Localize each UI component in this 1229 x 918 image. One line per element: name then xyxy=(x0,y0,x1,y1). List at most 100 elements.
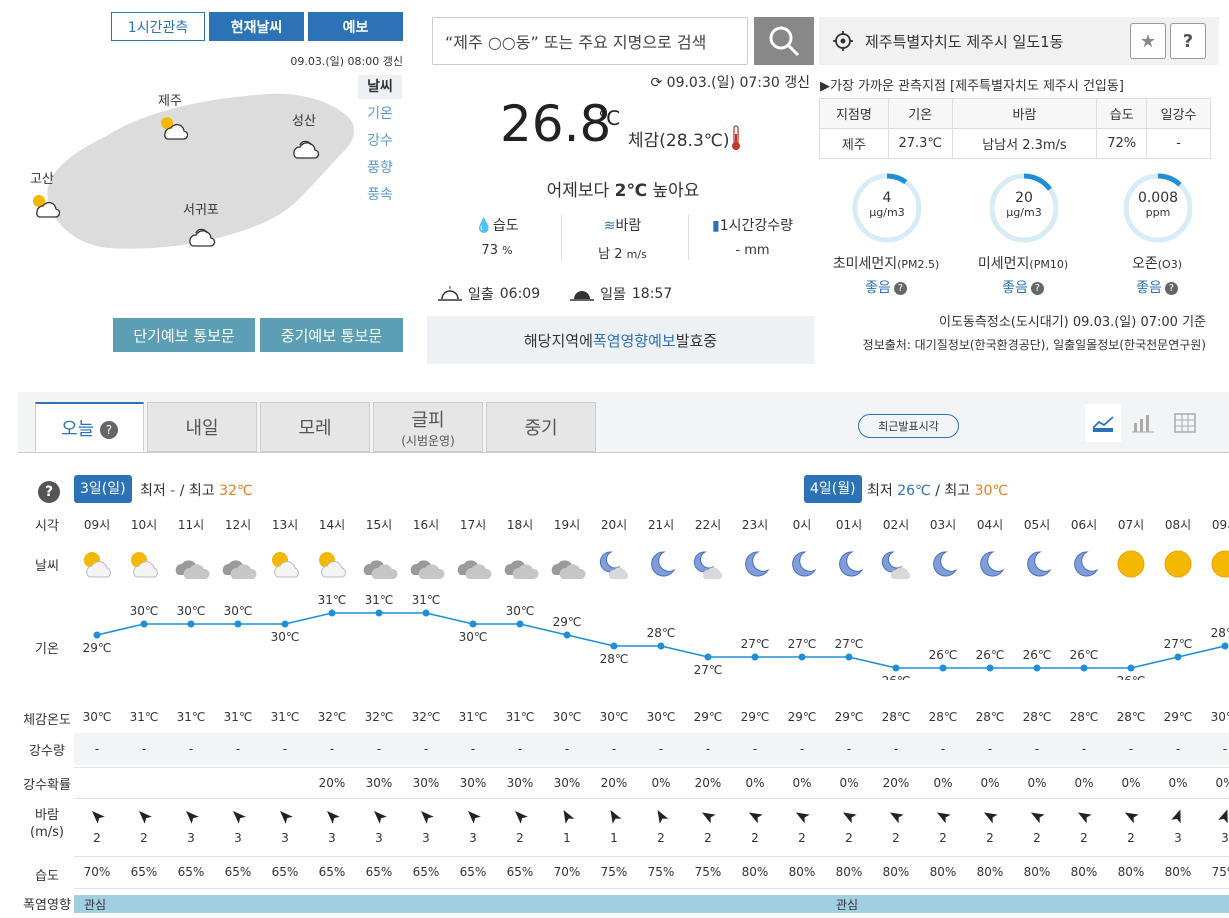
tab-midterm[interactable]: 중기 xyxy=(486,402,596,452)
cloud-icon[interactable] xyxy=(184,220,218,248)
cloudy-icon[interactable] xyxy=(219,546,257,582)
line-chart-icon[interactable] xyxy=(1085,404,1121,442)
temperature-point[interactable] xyxy=(1033,664,1041,672)
sun-icon[interactable] xyxy=(1206,546,1229,582)
hour-label: 09시 xyxy=(1211,518,1229,532)
search-button[interactable] xyxy=(754,17,814,65)
partly-cloudy-sun-icon[interactable] xyxy=(266,546,304,582)
air-grade[interactable]: 좋음? xyxy=(1097,277,1217,297)
cloud-icon[interactable] xyxy=(288,132,322,160)
notice-link[interactable]: 폭염영향예보 xyxy=(593,330,676,351)
partly-cloudy-sun-icon[interactable] xyxy=(125,546,163,582)
moon-icon[interactable] xyxy=(642,546,680,582)
moon-icon[interactable] xyxy=(924,546,962,582)
moon-icon[interactable] xyxy=(1018,546,1056,582)
temperature-point[interactable] xyxy=(1221,642,1229,650)
temperature-point[interactable] xyxy=(1127,664,1135,672)
tab-today[interactable]: 오늘 ? xyxy=(35,402,144,452)
temperature-point[interactable] xyxy=(469,620,477,628)
mid-term-forecast-button[interactable]: 중기예보 통보문 xyxy=(260,318,403,352)
temperature-point[interactable] xyxy=(939,664,947,672)
wind-direction-icon xyxy=(653,808,669,824)
tab-3days[interactable]: 글피 (시범운영) xyxy=(373,402,483,452)
search-input[interactable]: “제주 ○○동” 또는 주요 지명으로 검색 xyxy=(432,17,748,65)
temperature-point[interactable] xyxy=(751,653,759,661)
temperature-label: 29℃ xyxy=(83,641,112,655)
air-label-sub: (PM2.5) xyxy=(897,258,940,271)
cloudy-icon[interactable] xyxy=(360,546,398,582)
map-layer-wind-dir[interactable]: 풍향 xyxy=(358,156,402,180)
hour-label: 13시 xyxy=(271,518,299,532)
sun-icon[interactable] xyxy=(1159,546,1197,582)
humidity-value: 65% xyxy=(130,865,158,879)
temperature-point[interactable] xyxy=(234,620,242,628)
min-label: 최저 xyxy=(140,483,166,499)
temperature-point[interactable] xyxy=(798,653,806,661)
temperature-point[interactable] xyxy=(328,609,336,617)
help-button[interactable]: ? xyxy=(1170,23,1206,59)
sun-icon[interactable] xyxy=(1112,546,1150,582)
refresh-icon[interactable]: ⟳ xyxy=(650,75,662,91)
tab-current-weather[interactable]: 현재날씨 xyxy=(209,12,304,41)
temperature-point[interactable] xyxy=(563,631,571,639)
humidity-value: 65% xyxy=(224,865,252,879)
cloudy-icon[interactable] xyxy=(172,546,210,582)
recent-release-button[interactable]: 최근발표시각 xyxy=(858,414,959,438)
moon-icon[interactable] xyxy=(783,546,821,582)
temperature-point[interactable] xyxy=(422,609,430,617)
table-icon[interactable] xyxy=(1170,404,1200,442)
temperature-point[interactable] xyxy=(986,664,994,672)
gps-target-icon[interactable] xyxy=(833,31,853,51)
map-layer-temp[interactable]: 기온 xyxy=(358,102,402,126)
help-icon[interactable]: ? xyxy=(1030,281,1044,295)
temperature-point[interactable] xyxy=(187,620,195,628)
heat-notice[interactable]: 해당지역에 폭염영향예보 발효중 xyxy=(427,316,814,364)
cloudy-icon[interactable] xyxy=(501,546,539,582)
temperature-label: 27℃ xyxy=(835,637,864,651)
temperature-point[interactable] xyxy=(704,653,712,661)
temperature-point[interactable] xyxy=(375,609,383,617)
temperature-point[interactable] xyxy=(93,631,101,639)
feels-like-value: 30℃ xyxy=(1210,710,1229,724)
partly-cloudy-moon-icon[interactable] xyxy=(595,546,633,582)
moon-icon[interactable] xyxy=(1065,546,1103,582)
temperature-point[interactable] xyxy=(1080,664,1088,672)
temperature-point[interactable] xyxy=(516,620,524,628)
air-grade[interactable]: 좋음? xyxy=(826,277,946,297)
forecast-help-icon[interactable]: ? xyxy=(38,481,60,503)
temperature-point[interactable] xyxy=(140,620,148,628)
help-icon[interactable]: ? xyxy=(1164,281,1178,295)
air-grade[interactable]: 좋음? xyxy=(963,277,1083,297)
partly-cloudy-sun-icon[interactable] xyxy=(313,546,351,582)
partly-cloudy-moon-icon[interactable] xyxy=(689,546,727,582)
short-term-forecast-button[interactable]: 단기예보 통보문 xyxy=(113,318,255,352)
partly-cloudy-sun-icon[interactable] xyxy=(78,546,116,582)
tab-day-after[interactable]: 모레 xyxy=(260,402,370,452)
tab-forecast[interactable]: 예보 xyxy=(308,12,403,41)
help-icon[interactable]: ? xyxy=(893,281,907,295)
tab-tomorrow[interactable]: 내일 xyxy=(147,402,257,452)
temperature-point[interactable] xyxy=(1174,653,1182,661)
temperature-point[interactable] xyxy=(657,642,665,650)
bar-chart-icon[interactable] xyxy=(1128,404,1158,442)
favorite-star-icon[interactable]: ★ xyxy=(1130,23,1166,59)
partly-cloudy-sun-icon[interactable] xyxy=(28,190,60,218)
cloudy-icon[interactable] xyxy=(548,546,586,582)
temperature-point[interactable] xyxy=(610,642,618,650)
moon-icon[interactable] xyxy=(971,546,1009,582)
temperature-point[interactable] xyxy=(892,664,900,672)
map-layer-rain[interactable]: 강수 xyxy=(358,129,402,153)
map-layer-wind-speed[interactable]: 풍속 xyxy=(358,183,402,207)
temperature-point[interactable] xyxy=(845,653,853,661)
heat-level: 관심 xyxy=(84,898,107,912)
tab-1hour-obs[interactable]: 1시간관측 xyxy=(111,12,205,41)
cloudy-icon[interactable] xyxy=(454,546,492,582)
partly-cloudy-sun-icon[interactable] xyxy=(156,112,188,140)
temperature-point[interactable] xyxy=(281,620,289,628)
map-layer-weather[interactable]: 날씨 xyxy=(358,75,402,99)
moon-icon[interactable] xyxy=(736,546,774,582)
partly-cloudy-moon-icon[interactable] xyxy=(877,546,915,582)
cloudy-icon[interactable] xyxy=(407,546,445,582)
moon-icon[interactable] xyxy=(830,546,868,582)
help-icon[interactable]: ? xyxy=(99,420,118,439)
